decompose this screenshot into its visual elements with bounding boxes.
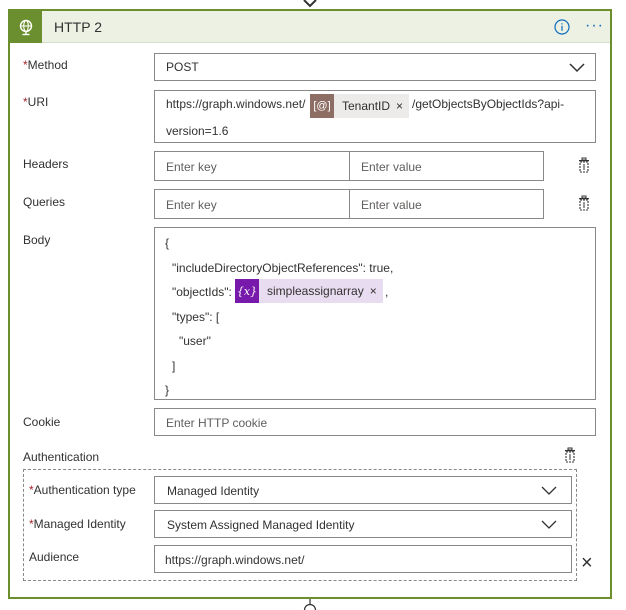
- queries-label: Queries: [23, 195, 66, 209]
- tenantid-token[interactable]: [@] TenantID ×: [310, 94, 410, 118]
- managed-identity-dropdown[interactable]: System Assigned Managed Identity: [154, 510, 572, 538]
- managed-identity-value: System Assigned Managed Identity: [167, 518, 355, 532]
- cookie-placeholder: Enter HTTP cookie: [166, 416, 268, 430]
- authentication-type-dropdown[interactable]: Managed Identity: [154, 476, 572, 504]
- body-line: "types": [: [172, 310, 220, 324]
- body-label: Body: [23, 233, 51, 247]
- uri-line2-text: version=1.6: [166, 124, 229, 138]
- method-label: *Method: [23, 58, 68, 72]
- chevron-down-icon: [541, 486, 557, 495]
- uri-label-text: URI: [27, 95, 49, 109]
- header-key-placeholder: Enter key: [166, 160, 217, 174]
- authentication-group: *Authentication type Managed Identity *M…: [23, 469, 577, 581]
- delete-icon[interactable]: [562, 447, 578, 463]
- audience-value: https://graph.windows.net/: [165, 553, 305, 567]
- card-header[interactable]: HTTP 2 ···: [10, 11, 610, 43]
- more-options-icon[interactable]: ···: [585, 17, 604, 35]
- header-value-placeholder: Enter value: [361, 160, 422, 174]
- uri-prefix-text: https://graph.windows.net/: [166, 97, 306, 111]
- header-value-input[interactable]: Enter value: [349, 151, 544, 181]
- managed-identity-label: *Managed Identity: [29, 517, 126, 531]
- query-value-placeholder: Enter value: [361, 198, 422, 212]
- remove-token-icon[interactable]: ×: [396, 94, 409, 118]
- globe-icon: [10, 11, 42, 43]
- card-title[interactable]: HTTP 2: [54, 19, 102, 35]
- body-line: "user": [179, 334, 211, 348]
- authentication-type-label: *Authentication type: [29, 483, 136, 497]
- cookie-input[interactable]: Enter HTTP cookie: [154, 408, 596, 436]
- query-key-input[interactable]: Enter key: [154, 189, 350, 219]
- connector-node-icon: [303, 599, 317, 610]
- authentication-type-label-text: Authentication type: [33, 483, 136, 497]
- info-icon[interactable]: [554, 19, 570, 35]
- audience-input[interactable]: https://graph.windows.net/: [154, 545, 572, 573]
- delete-icon[interactable]: [576, 157, 592, 173]
- audience-label: Audience: [29, 550, 80, 564]
- method-label-text: Method: [27, 58, 68, 72]
- method-value: POST: [166, 60, 199, 74]
- method-dropdown[interactable]: POST: [154, 53, 596, 81]
- cookie-label: Cookie: [23, 415, 61, 429]
- uri-suffix-text: /getObjectsByObjectIds?api-: [412, 97, 565, 111]
- simpleassignarray-token[interactable]: {x} simpleassignarray ×: [235, 279, 383, 303]
- token-label: simpleassignarray: [267, 284, 364, 298]
- http-action-card: HTTP 2 ··· *Method POST *URI https://gra…: [8, 9, 612, 599]
- chevron-down-icon: [541, 520, 557, 529]
- delete-icon[interactable]: [576, 195, 592, 211]
- uri-label: *URI: [23, 95, 48, 109]
- body-line: ,: [385, 285, 389, 299]
- managed-identity-label-text: Managed Identity: [33, 517, 126, 531]
- header-key-input[interactable]: Enter key: [154, 151, 350, 181]
- body-editor[interactable]: { "includeDirectoryObjectReferences": tr…: [154, 227, 596, 400]
- parameter-icon: [@]: [310, 94, 334, 118]
- body-line: ]: [172, 359, 176, 373]
- body-line: "objectIds":: [172, 285, 232, 299]
- uri-input[interactable]: https://graph.windows.net/ [@] TenantID …: [154, 90, 596, 143]
- variable-icon: {x}: [235, 279, 259, 303]
- chevron-down-icon: [569, 63, 585, 73]
- body-line: "includeDirectoryObjectReferences": true…: [172, 261, 394, 275]
- authentication-label: Authentication: [23, 450, 100, 464]
- remove-token-icon[interactable]: ×: [370, 279, 383, 303]
- headers-label: Headers: [23, 157, 69, 171]
- query-value-input[interactable]: Enter value: [349, 189, 544, 219]
- remove-audience-icon[interactable]: ×: [581, 552, 593, 575]
- body-line: {: [165, 236, 170, 250]
- query-key-placeholder: Enter key: [166, 198, 217, 212]
- token-label: TenantID: [342, 99, 391, 113]
- authentication-type-value: Managed Identity: [167, 484, 260, 498]
- body-line: }: [165, 383, 170, 397]
